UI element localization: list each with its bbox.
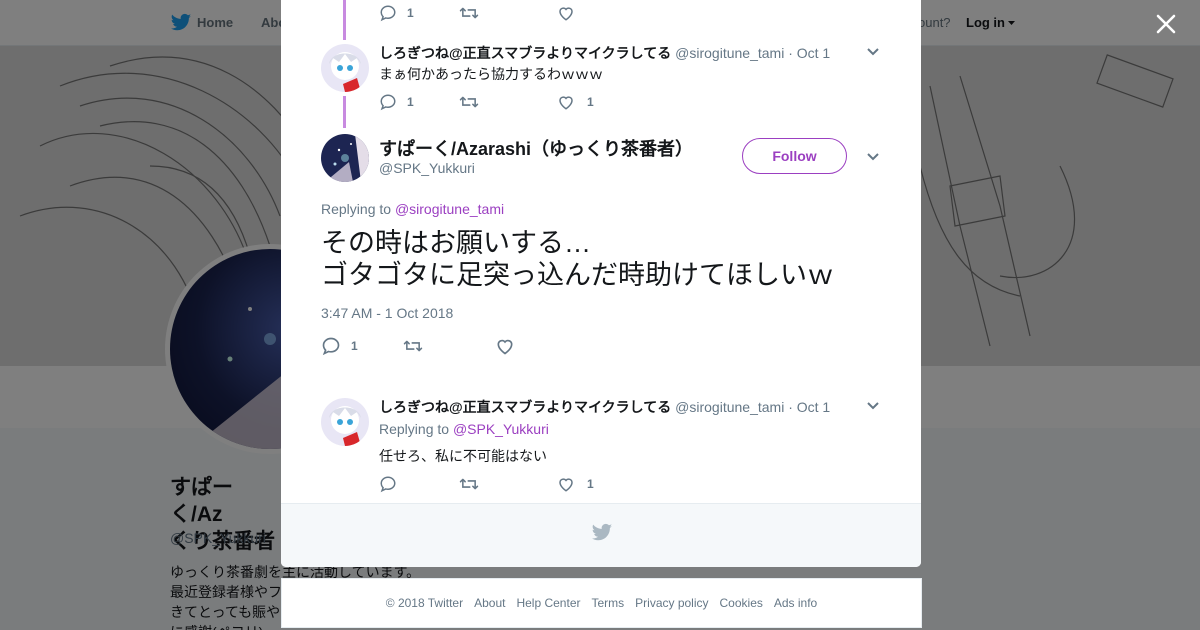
footer-link-privacy-policy[interactable]: Privacy policy (635, 596, 708, 610)
tweet-actions-0: 1 (379, 3, 577, 23)
tweet-text: 任せろ、私に不可能はない (379, 448, 547, 464)
chevron-down-icon[interactable] (866, 399, 880, 413)
retweet-icon[interactable] (459, 474, 479, 494)
replying-to: Replying to @sirogitune_tami (321, 201, 504, 217)
reply-icon[interactable] (379, 474, 399, 494)
thread-line-top (343, 0, 346, 40)
tweet-time[interactable]: · Oct 1 (788, 399, 830, 415)
footer-link-help-center[interactable]: Help Center (516, 596, 580, 610)
like-icon[interactable] (557, 474, 577, 494)
author-handle[interactable]: @sirogitune_tami (675, 45, 784, 61)
replying-to: Replying to @SPK_Yukkuri (379, 421, 549, 437)
tweet-time[interactable]: · Oct 1 (788, 45, 830, 61)
retweet-icon[interactable] (459, 92, 479, 112)
retweet-icon[interactable] (403, 336, 423, 356)
author-handle[interactable]: @sirogitune_tami (675, 399, 784, 415)
like-count: 1 (587, 95, 594, 109)
twitter-bird-icon (591, 523, 613, 541)
reply-icon[interactable] (379, 3, 399, 23)
footer-link-cookies[interactable]: Cookies (720, 596, 763, 610)
footer-link-ads-info[interactable]: Ads info (774, 596, 817, 610)
author-name[interactable]: しろぎつね@正直スマブラよりマイクラしてる (379, 399, 671, 415)
reply-count: 1 (407, 6, 414, 20)
tweet-text: まぁ何かあったら協力するわｗｗｗ (379, 66, 603, 82)
footer-link-about[interactable]: About (474, 596, 505, 610)
tweet-permalink-modal: 1 しろぎつね@正直スマブラよりマイクラしてる @sirogitune_tami… (281, 0, 921, 567)
chevron-down-icon[interactable] (866, 45, 880, 59)
thread-line-middle (343, 96, 346, 128)
avatar[interactable] (321, 44, 369, 92)
avatar[interactable] (321, 398, 369, 446)
footer-link-terms[interactable]: Terms (591, 596, 624, 610)
like-count: 1 (587, 477, 594, 491)
tweet-header-1: しろぎつね@正直スマブラよりマイクラしてる @sirogitune_tami ·… (379, 43, 830, 63)
main-tweet-timestamp[interactable]: 3:47 AM - 1 Oct 2018 (321, 305, 453, 321)
reply-icon[interactable] (321, 336, 341, 356)
retweet-icon[interactable] (459, 3, 479, 23)
main-tweet-text: その時はお願いする… ゴタゴタに足突っ込んだ時助けてほしいｗ (321, 228, 834, 290)
author-name[interactable]: しろぎつね@正直スマブラよりマイクラしてる (379, 45, 671, 61)
like-icon[interactable] (557, 92, 577, 112)
close-icon[interactable] (1154, 12, 1178, 36)
tweet-actions-reply: 1 (379, 474, 594, 494)
main-tweet-actions: 1 (321, 336, 515, 356)
reply-icon[interactable] (379, 92, 399, 112)
modal-footer (281, 503, 921, 567)
chevron-down-icon[interactable] (866, 150, 880, 164)
reply-count: 1 (351, 339, 358, 353)
footer-copyright: © 2018 Twitter (385, 596, 464, 610)
main-tweet-author-name[interactable]: すぱーく/Azarashi（ゆっくり茶番者） (379, 135, 693, 161)
replying-to-user-link[interactable]: @sirogitune_tami (395, 201, 504, 217)
tweet-header-reply: しろぎつね@正直スマブラよりマイクラしてる @sirogitune_tami ·… (379, 397, 830, 417)
follow-button[interactable]: Follow (742, 138, 847, 174)
replying-to-prefix: Replying to (379, 421, 450, 437)
replying-to-prefix: Replying to (321, 201, 392, 217)
avatar[interactable] (321, 134, 369, 182)
tweet-actions-1: 1 1 (379, 92, 594, 112)
page-footer: © 2018 Twitter About Help Center Terms P… (281, 578, 922, 628)
reply-count: 1 (407, 95, 414, 109)
like-icon[interactable] (495, 336, 515, 356)
follow-label: Follow (772, 148, 817, 164)
like-icon[interactable] (557, 3, 577, 23)
main-tweet-author-handle[interactable]: @SPK_Yukkuri (379, 160, 475, 176)
replying-to-user-link[interactable]: @SPK_Yukkuri (453, 421, 549, 437)
